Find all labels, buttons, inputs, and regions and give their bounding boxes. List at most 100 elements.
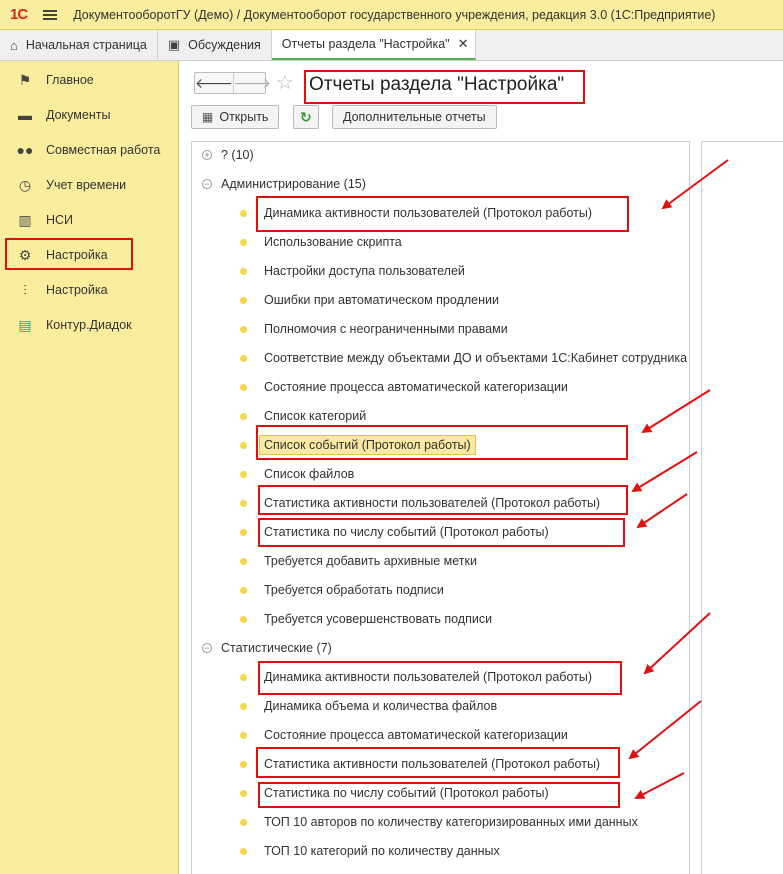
bullet-icon [240,673,247,681]
sidebar-item-time-tracking[interactable]: ◷ Учет времени [0,170,179,200]
menu-icon[interactable] [43,9,58,20]
collapse-icon[interactable]: − [202,179,212,189]
list-item[interactable]: Использование скрипта [240,231,402,253]
forward-arrow-icon[interactable]: 🡒 [232,73,271,93]
tab-home[interactable]: ⌂ Начальная страница [0,30,158,60]
group-label: Администрирование (15) [221,177,366,191]
users-icon: ●● [16,142,34,158]
extra-reports-label: Дополнительные отчеты [343,110,486,124]
bullet-icon [240,441,247,449]
list-item[interactable]: Состояние процесса автоматической катего… [240,376,568,398]
bullet-icon [240,789,247,797]
annotation-highlight-box [258,485,628,515]
app-logo[interactable]: 1С [10,6,28,23]
nav-buttons: 🡐 🡒 [194,72,271,94]
bullet-icon [240,412,247,420]
list-item[interactable]: Список файлов [240,463,354,485]
tab-settings-reports[interactable]: Отчеты раздела "Настройка" ✕ [271,30,476,60]
refresh-button[interactable]: ↻ [293,105,319,129]
bullet-icon [240,818,247,826]
bullet-icon [240,354,247,362]
sidebar: ⚑ Главное ▬ Документы ●● Совместная рабо… [0,61,179,874]
bullet-icon [240,528,247,536]
sidebar-item-label: Настройка [46,283,108,297]
list-item[interactable]: Динамика объема и количества файлов [240,695,497,717]
open-button[interactable]: ▦ Открыть [191,105,280,129]
bullet-icon [240,296,247,304]
sidebar-item-label: Документы [46,108,111,122]
annotation-highlight-box [256,747,620,778]
extra-reports-button[interactable]: Дополнительные отчеты [332,105,497,129]
list-item[interactable]: Состояние процесса автоматической катего… [240,724,568,746]
bullet-icon [240,267,247,275]
diadoc-icon: ▤ [18,316,32,333]
home-icon: ⌂ [10,37,18,53]
page-title: Отчеты раздела "Настройка" [309,74,565,95]
annotation-highlight-box [256,425,628,460]
bullet-icon [240,615,247,623]
annotation-highlight-box [258,782,620,808]
list-item[interactable]: Требуется усовершенствовать подписи [240,608,492,630]
group-label: ? (10) [221,148,254,162]
close-icon[interactable]: ✕ [458,36,469,52]
bullet-icon [240,499,247,507]
sidebar-item-label: НСИ [46,213,74,227]
list-item[interactable]: ТОП 10 категорий по количеству данных [240,840,500,862]
bullet-icon [240,383,247,391]
group-row[interactable]: + ? (10) [202,145,254,165]
group-label: Статистические (7) [221,641,332,655]
group-row[interactable]: − Администрирование (15) [202,174,366,194]
tab-label: Начальная страница [25,38,147,52]
annotation-highlight-box [258,661,622,695]
bullet-icon [240,760,247,768]
bullet-icon [240,325,247,333]
back-arrow-icon[interactable]: 🡐 [195,73,233,93]
list-item[interactable]: Соответствие между объектами ДО и объект… [240,347,687,369]
flag-icon: ⚑ [18,71,32,88]
sidebar-item-label: Главное [46,73,94,87]
expand-icon[interactable]: + [202,150,212,160]
sliders-icon: ⫶ [23,281,27,298]
tab-label: Отчеты раздела "Настройка" [281,37,450,51]
open-button-label: Открыть [219,110,269,124]
sidebar-item-documents[interactable]: ▬ Документы [0,100,179,130]
annotation-highlight-box [256,196,629,232]
bullet-icon [240,702,247,710]
bullet-icon [240,238,247,246]
list-item[interactable]: Настройки доступа пользователей [240,260,465,282]
refresh-icon: ↻ [300,108,312,125]
sidebar-item-label: Совместная работа [46,143,161,157]
tab-label: Обсуждения [188,38,261,52]
sidebar-item-collaboration[interactable]: ●● Совместная работа [0,135,179,165]
list-item[interactable]: Список категорий [240,405,366,427]
list-item[interactable]: ТОП 10 авторов по количеству категоризир… [240,811,638,833]
sidebar-item-main[interactable]: ⚑ Главное [0,65,179,95]
annotation-highlight-box [258,518,625,547]
group-row[interactable]: − Статистические (7) [202,638,332,658]
clock-icon: ◷ [18,176,32,193]
list-item[interactable]: Требуется добавить архивные метки [240,550,477,572]
sidebar-item-nsi[interactable]: ▥ НСИ [0,205,179,235]
bullet-icon [240,731,247,739]
annotation-highlight-box [5,238,133,270]
list-item[interactable]: Ошибки при автоматическом продлении [240,289,499,311]
list-item[interactable]: Требуется обработать подписи [240,579,444,601]
bullet-icon [240,847,247,855]
sidebar-item-settings-2[interactable]: ⫶ Настройка [0,275,179,305]
bullet-icon [240,470,247,478]
chat-icon: ▣ [167,37,181,52]
reference-icon: ▥ [18,211,32,228]
tab-discussions[interactable]: ▣ Обсуждения [158,30,272,60]
app-title: ДокументооборотГУ (Демо) / Документообор… [73,7,716,22]
description-panel [701,141,783,874]
star-icon[interactable]: ☆ [276,70,294,95]
report-icon: ▦ [202,110,214,124]
collapse-icon[interactable]: − [202,643,212,653]
sidebar-item-diadoc[interactable]: ▤ Контур.Диадок [0,310,179,340]
sidebar-item-label: Контур.Диадок [46,318,132,332]
bullet-icon [240,209,247,217]
bullet-icon [240,557,247,565]
list-item[interactable]: Полномочия с неограниченными правами [240,318,508,340]
bullet-icon [240,586,247,594]
title-bar: 1С ДокументооборотГУ (Демо) / Документоо… [0,0,783,30]
